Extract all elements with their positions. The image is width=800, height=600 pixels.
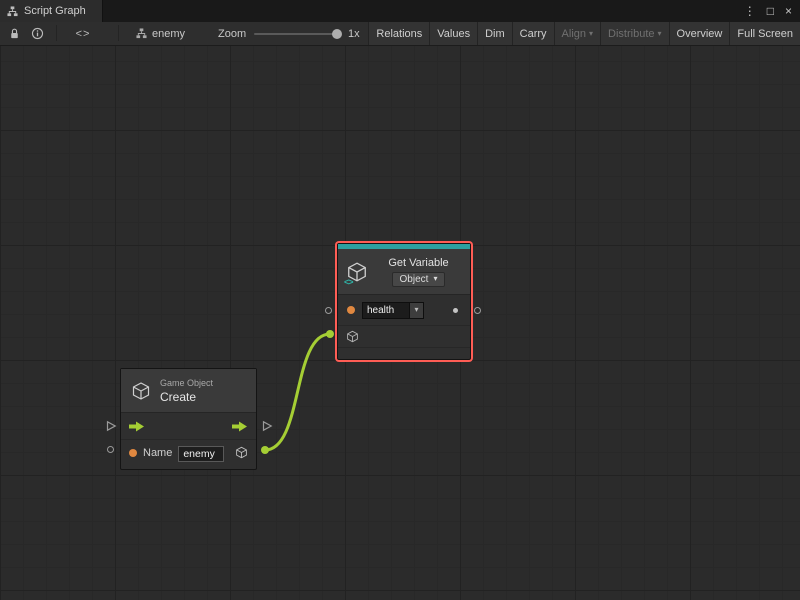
chevron-down-icon: ▾ — [589, 30, 593, 38]
relations-button[interactable]: Relations — [368, 22, 429, 45]
value-output-dot[interactable] — [453, 308, 458, 313]
values-button[interactable]: Values — [429, 22, 477, 45]
graph-canvas[interactable]: <> Get Variable Object ▾ ▾ — [0, 46, 800, 600]
window-controls: ⋮ □ × — [744, 0, 792, 22]
fullscreen-button[interactable]: Full Screen — [729, 22, 800, 45]
tab-script-graph[interactable]: Script Graph — [0, 0, 103, 22]
chevron-down-icon: ▾ — [658, 30, 662, 38]
name-input-dot[interactable] — [347, 306, 355, 314]
get-variable-value-port[interactable] — [474, 307, 481, 314]
graph-asset-icon — [136, 28, 147, 39]
node-footer — [121, 465, 256, 469]
get-variable-source-row — [338, 325, 470, 347]
create-output-port[interactable] — [261, 446, 269, 454]
script-graph-icon — [7, 6, 18, 17]
output-cube-icon — [235, 446, 248, 459]
toolbar-separator — [56, 25, 57, 41]
game-object-cube-icon — [131, 381, 151, 401]
flow-out-arrow-icon[interactable] — [232, 421, 248, 432]
lock-icon[interactable] — [4, 22, 24, 45]
graph-asset-name: enemy — [152, 28, 185, 40]
code-badge-icon: <> — [344, 277, 353, 287]
carry-button[interactable]: Carry — [512, 22, 554, 45]
variable-name-input[interactable] — [362, 302, 409, 319]
create-name-row: Name — [121, 439, 256, 465]
get-variable-source-port[interactable] — [326, 330, 334, 338]
node-title: Get Variable — [388, 257, 448, 269]
zoom-value: 1x — [348, 22, 360, 45]
create-flow-out-port[interactable] — [261, 420, 273, 432]
create-name-port[interactable] — [107, 446, 114, 453]
zoom-slider-handle[interactable] — [332, 29, 342, 39]
variable-name-dropdown[interactable]: ▾ — [409, 302, 424, 319]
code-preview-icon[interactable]: <> — [70, 22, 96, 45]
kebab-menu-icon[interactable]: ⋮ — [744, 5, 756, 17]
name-label: Name — [143, 447, 172, 459]
overview-button[interactable]: Overview — [669, 22, 730, 45]
node-get-variable[interactable]: <> Get Variable Object ▾ ▾ — [337, 243, 471, 360]
close-icon[interactable]: × — [785, 5, 792, 17]
node-category: Game Object — [160, 378, 213, 388]
flow-in-arrow-icon[interactable] — [129, 421, 145, 432]
name-input-dot[interactable] — [129, 449, 137, 457]
info-icon[interactable] — [27, 22, 47, 45]
chevron-down-icon: ▾ — [414, 306, 418, 314]
align-button: Align ▾ — [554, 22, 600, 45]
maximize-icon[interactable]: □ — [767, 5, 774, 17]
source-cube-icon — [346, 330, 359, 343]
zoom-slider[interactable] — [252, 22, 342, 45]
zoom-label: Zoom — [218, 22, 246, 45]
zoom-slider-track[interactable] — [254, 33, 340, 35]
titlebar: Script Graph ⋮ □ × — [0, 0, 800, 22]
get-variable-header: <> Get Variable Object ▾ — [338, 249, 470, 295]
variable-kind-dropdown[interactable]: Object ▾ — [392, 272, 446, 287]
tab-title: Script Graph — [24, 5, 86, 17]
toolbar-separator — [118, 25, 119, 41]
node-create-game-object[interactable]: Game Object Create Name — [120, 368, 257, 470]
create-flow-row — [121, 413, 256, 439]
distribute-button: Distribute ▾ — [600, 22, 668, 45]
chevron-down-icon: ▾ — [433, 275, 437, 283]
toolbar-buttons: Relations Values Dim Carry Align ▾ Distr… — [368, 22, 800, 45]
graph-asset-selector[interactable]: enemy — [136, 22, 185, 45]
variable-cube-icon: <> — [345, 261, 369, 283]
get-variable-name-port[interactable] — [325, 307, 332, 314]
node-title: Create — [160, 390, 213, 404]
create-flow-in-port[interactable] — [105, 420, 117, 432]
dim-button[interactable]: Dim — [477, 22, 512, 45]
object-name-input[interactable] — [178, 446, 224, 462]
get-variable-name-row: ▾ — [338, 295, 470, 325]
create-header: Game Object Create — [121, 369, 256, 413]
graph-toolbar: <> enemy Zoom 1x Relations Values Dim Ca… — [0, 22, 800, 46]
node-footer — [338, 347, 470, 359]
